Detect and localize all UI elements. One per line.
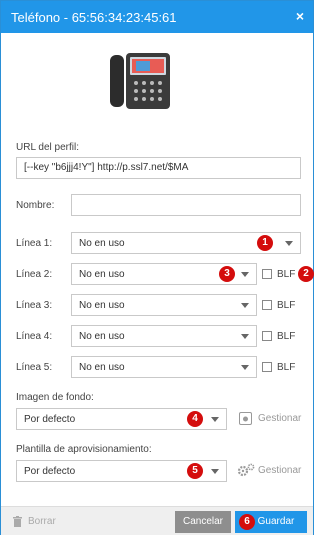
dialog-titlebar: Teléfono - 65:56:34:23:45:61 × bbox=[1, 1, 313, 33]
provisioning-value: Por defecto bbox=[24, 466, 76, 477]
background-value: Por defecto bbox=[24, 414, 76, 425]
name-label: Nombre: bbox=[16, 200, 55, 211]
delete-button[interactable]: Borrar bbox=[28, 516, 56, 527]
phone-image bbox=[110, 53, 170, 109]
save-button-label: Guardar bbox=[257, 516, 295, 527]
name-input[interactable] bbox=[71, 194, 301, 216]
cancel-button[interactable]: Cancelar bbox=[175, 511, 231, 533]
line-2-value: No en uso bbox=[79, 269, 125, 280]
badge-1: 1 bbox=[257, 235, 273, 251]
provisioning-manage-link[interactable]: Gestionar bbox=[258, 465, 301, 476]
gears-icon bbox=[237, 463, 255, 477]
profile-url-input[interactable]: [--key "b6jjj4!Y"] http://p.ssl7.net/$MA bbox=[16, 157, 301, 179]
line-3-value: No en uso bbox=[79, 300, 125, 311]
line-5-blf-checkbox[interactable] bbox=[262, 362, 272, 372]
line-4-label: Línea 4: bbox=[16, 331, 53, 342]
background-manage-link[interactable]: Gestionar bbox=[258, 413, 301, 424]
line-3-select[interactable]: No en uso bbox=[71, 294, 257, 316]
badge-3: 3 bbox=[219, 266, 235, 282]
image-icon bbox=[239, 412, 252, 425]
line-4-value: No en uso bbox=[79, 331, 125, 342]
badge-6: 6 bbox=[239, 514, 255, 530]
chevron-down-icon bbox=[285, 241, 293, 246]
line-2-label: Línea 2: bbox=[16, 269, 53, 280]
line-3-blf-checkbox[interactable] bbox=[262, 300, 272, 310]
line-4-blf-label: BLF bbox=[277, 331, 296, 342]
line-5-select[interactable]: No en uso bbox=[71, 356, 257, 378]
line-5-blf-label: BLF bbox=[277, 362, 296, 373]
provisioning-label: Plantilla de aprovisionamiento: bbox=[16, 444, 152, 455]
line-2-blf-label: BLF bbox=[277, 269, 296, 280]
chevron-down-icon bbox=[211, 469, 219, 474]
close-icon[interactable]: × bbox=[296, 8, 304, 24]
chevron-down-icon bbox=[241, 334, 249, 339]
line-3-label: Línea 3: bbox=[16, 300, 53, 311]
line-5-value: No en uso bbox=[79, 362, 125, 373]
badge-4: 4 bbox=[187, 411, 203, 427]
profile-url-label: URL del perfil: bbox=[16, 142, 79, 153]
badge-5: 5 bbox=[187, 463, 203, 479]
line-1-label: Línea 1: bbox=[16, 238, 53, 249]
trash-icon bbox=[13, 516, 22, 527]
chevron-down-icon bbox=[241, 272, 249, 277]
line-5-label: Línea 5: bbox=[16, 362, 53, 373]
phone-dialog: Teléfono - 65:56:34:23:45:61 × URL del p… bbox=[0, 0, 314, 535]
line-4-select[interactable]: No en uso bbox=[71, 325, 257, 347]
badge-2: 2 bbox=[298, 266, 314, 282]
line-1-value: No en uso bbox=[79, 238, 125, 249]
chevron-down-icon bbox=[241, 365, 249, 370]
line-3-blf-label: BLF bbox=[277, 300, 296, 311]
line-4-blf-checkbox[interactable] bbox=[262, 331, 272, 341]
chevron-down-icon bbox=[241, 303, 249, 308]
background-label: Imagen de fondo: bbox=[16, 392, 94, 403]
line-2-blf-checkbox[interactable] bbox=[262, 269, 272, 279]
chevron-down-icon bbox=[211, 417, 219, 422]
dialog-title: Teléfono - 65:56:34:23:45:61 bbox=[11, 10, 177, 25]
